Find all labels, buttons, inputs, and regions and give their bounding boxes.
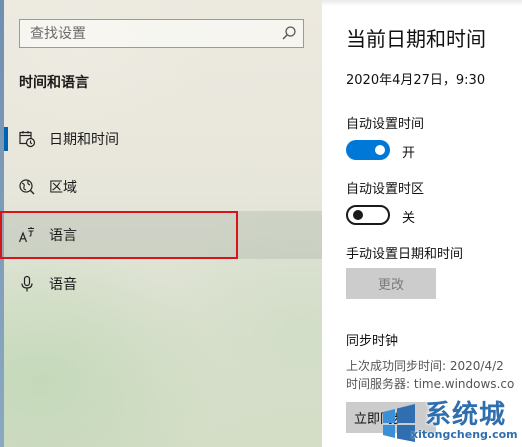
calendar-clock-icon: [18, 130, 36, 148]
auto-time-state: 开: [402, 146, 416, 161]
time-server-text: 时间服务器: time.windows.co: [346, 377, 515, 391]
auto-timezone-state: 关: [402, 211, 416, 226]
sidebar-item-date-time[interactable]: 日期和时间: [0, 115, 322, 162]
watermark-cn-text: 系统城: [425, 400, 507, 430]
search-icon[interactable]: [281, 25, 297, 41]
sidebar-item-speech[interactable]: 语音: [0, 260, 322, 307]
toggle-knob: [353, 210, 363, 220]
settings-content: 当前日期和时间 2020年4月27日，9:30 自动设置时间 开 自动设置时区 …: [322, 0, 522, 447]
section-title: 时间和语言: [19, 75, 89, 91]
search-input[interactable]: [20, 20, 280, 47]
highlight-annotation: [0, 211, 238, 259]
auto-time-label: 自动设置时间: [346, 117, 425, 132]
sidebar-item-region[interactable]: 区域: [0, 163, 322, 210]
watermark: 系统城 xitongcheng.com: [379, 392, 522, 447]
top-strip: [322, 0, 522, 6]
selected-indicator: [4, 127, 8, 151]
sidebar-item-label: 区域: [49, 179, 77, 196]
page-title: 当前日期和时间: [346, 27, 486, 51]
sidebar-item-label: 日期和时间: [49, 131, 119, 148]
last-sync-text: 上次成功同步时间: 2020/4/2: [346, 359, 504, 373]
settings-sidebar: 时间和语言 日期和时间 区域: [0, 0, 322, 447]
auto-time-toggle[interactable]: [346, 140, 390, 160]
microphone-icon: [18, 275, 36, 293]
watermark-en-text: xitongcheng.com: [411, 428, 518, 441]
current-datetime: 2020年4月27日，9:30: [346, 73, 486, 88]
toggle-knob: [375, 145, 385, 155]
sidebar-item-label: 语音: [49, 276, 77, 293]
sync-title: 同步时钟: [346, 334, 399, 349]
auto-timezone-toggle[interactable]: [346, 205, 390, 225]
auto-timezone-label: 自动设置时区: [346, 182, 425, 197]
manual-datetime-label: 手动设置日期和时间: [346, 247, 464, 262]
search-box[interactable]: [19, 19, 304, 48]
change-button[interactable]: 更改: [346, 268, 436, 299]
globe-region-icon: [18, 178, 36, 196]
